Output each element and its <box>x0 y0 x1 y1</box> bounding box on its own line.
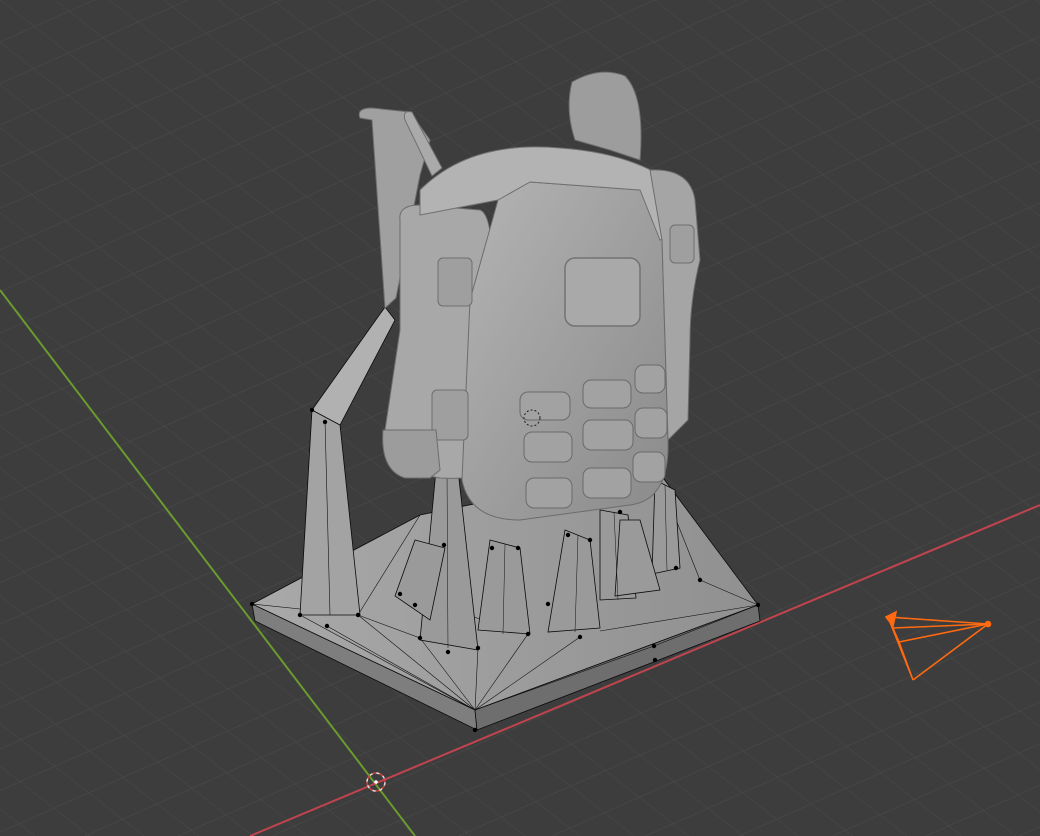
3d-viewport[interactable] <box>0 0 1040 836</box>
